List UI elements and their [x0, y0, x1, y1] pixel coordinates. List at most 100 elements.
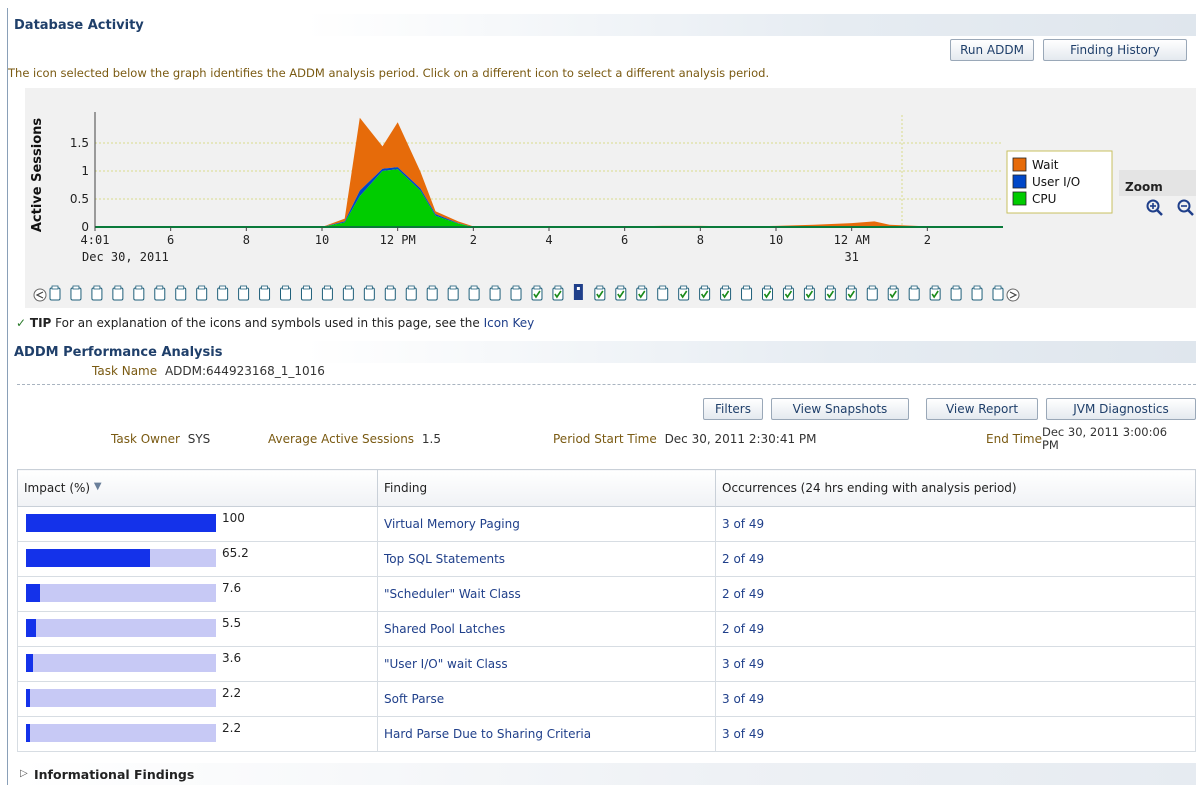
snapshot-icon[interactable]	[761, 285, 773, 301]
finding-link[interactable]: Shared Pool Latches	[384, 622, 505, 636]
snapshot-icon[interactable]	[950, 285, 962, 301]
zoom-out-icon[interactable]	[1176, 198, 1196, 218]
snapshot-icon[interactable]	[154, 285, 166, 301]
snapshot-icon[interactable]	[866, 285, 878, 301]
finding-link[interactable]: Soft Parse	[384, 692, 444, 706]
snapshot-clip	[910, 285, 918, 290]
impact-cell: 3.6	[17, 646, 378, 682]
occurrences-link[interactable]: 3 of 49	[722, 727, 764, 741]
snapshot-icon[interactable]	[845, 285, 857, 301]
snapshot-box	[741, 287, 753, 301]
snapshot-icon[interactable]	[217, 285, 229, 301]
snapshot-icon[interactable]	[91, 285, 103, 301]
occurrences-link[interactable]: 2 of 49	[722, 587, 764, 601]
snapshot-box	[699, 287, 711, 301]
snapshot-box	[887, 287, 899, 301]
snapshot-icon[interactable]	[133, 285, 145, 301]
snapshot-box	[112, 287, 124, 301]
occurrences-link[interactable]: 3 of 49	[722, 657, 764, 671]
snapshot-icon[interactable]	[447, 285, 459, 301]
finding-history-button[interactable]: Finding History	[1043, 39, 1187, 61]
snapshot-box	[363, 287, 375, 301]
impact-header[interactable]: Impact (%) ▼	[17, 469, 378, 507]
next-arrow-icon[interactable]	[1006, 288, 1020, 302]
snapshot-icon[interactable]	[636, 285, 648, 301]
snapshot-icon[interactable]	[489, 285, 501, 301]
snapshot-icon[interactable]	[300, 285, 312, 301]
snapshot-clip	[659, 285, 667, 290]
snapshot-icon[interactable]	[887, 285, 899, 301]
snapshot-icon[interactable]	[573, 284, 583, 300]
icon-key-link[interactable]: Icon Key	[484, 316, 535, 330]
occurrences-link[interactable]: 2 of 49	[722, 552, 764, 566]
finding-link[interactable]: "User I/O" wait Class	[384, 657, 508, 671]
avg-active-sessions: Average Active Sessions 1.5	[268, 432, 441, 446]
snapshot-icon[interactable]	[678, 285, 690, 301]
snapshot-icon[interactable]	[426, 285, 438, 301]
finding-link[interactable]: Top SQL Statements	[384, 552, 505, 566]
snapshot-icon[interactable]	[510, 285, 522, 301]
snapshot-icon[interactable]	[992, 285, 1004, 301]
sort-descending-icon[interactable]: ▼	[94, 481, 102, 492]
snapshot-box	[866, 287, 878, 301]
snapshot-icon[interactable]	[405, 285, 417, 301]
occurrences-cell: 3 of 49	[715, 716, 1196, 752]
view-snapshots-button[interactable]: View Snapshots	[771, 398, 909, 420]
snapshot-icon[interactable]	[468, 285, 480, 301]
snapshot-icon[interactable]	[384, 285, 396, 301]
jvm-diagnostics-button[interactable]: JVM Diagnostics	[1046, 398, 1196, 420]
finding-link[interactable]: Virtual Memory Paging	[384, 517, 520, 531]
snapshot-icon[interactable]	[259, 285, 271, 301]
snapshot-icon[interactable]	[929, 285, 941, 301]
snapshot-icon[interactable]	[112, 285, 124, 301]
snapshot-icon[interactable]	[342, 285, 354, 301]
snapshot-icon[interactable]	[196, 285, 208, 301]
occurrences-link[interactable]: 3 of 49	[722, 692, 764, 706]
snapshot-icon[interactable]	[363, 285, 375, 301]
snapshot-icon[interactable]	[531, 285, 543, 301]
x-tick-label: 6	[167, 233, 174, 247]
occurrences-link[interactable]: 3 of 49	[722, 517, 764, 531]
snapshot-box	[657, 287, 669, 301]
previous-arrow-icon[interactable]	[33, 288, 47, 302]
table-row: 65.2 Top SQL Statements 2 of 49	[17, 541, 1196, 577]
snapshot-icon[interactable]	[782, 285, 794, 301]
finding-link[interactable]: "Scheduler" Wait Class	[384, 587, 521, 601]
snapshot-icon[interactable]	[552, 285, 564, 301]
snapshot-icon[interactable]	[824, 285, 836, 301]
snapshot-icon[interactable]	[699, 285, 711, 301]
view-report-button[interactable]: View Report	[926, 398, 1038, 420]
run-addm-button[interactable]: Run ADDM	[950, 39, 1034, 61]
occurrences-link[interactable]: 2 of 49	[722, 622, 764, 636]
snapshot-box	[405, 287, 417, 301]
snapshot-box	[321, 287, 333, 301]
snapshot-box	[992, 287, 1004, 301]
x-tick-label: 4	[545, 233, 552, 247]
legend-label: CPU	[1032, 192, 1056, 206]
snapshot-icon[interactable]	[971, 285, 983, 301]
snapshot-icon[interactable]	[720, 285, 732, 301]
snapshot-icon[interactable]	[615, 285, 627, 301]
snapshot-box	[70, 287, 82, 301]
impact-bar	[26, 549, 150, 567]
finding-link[interactable]: Hard Parse Due to Sharing Criteria	[384, 727, 591, 741]
filters-button[interactable]: Filters	[703, 398, 763, 420]
informational-findings-header[interactable]: ▷ Informational Findings	[17, 763, 1196, 785]
snapshot-icon[interactable]	[594, 285, 606, 301]
zoom-in-icon[interactable]	[1145, 198, 1165, 218]
findings-table: Impact (%) ▼ Finding Occurrences (24 hrs…	[17, 469, 1196, 752]
snapshot-box	[908, 287, 920, 301]
snapshot-icon[interactable]	[175, 285, 187, 301]
snapshot-box	[594, 287, 606, 301]
snapshot-icon[interactable]	[657, 285, 669, 301]
snapshot-icon[interactable]	[321, 285, 333, 301]
snapshot-icon[interactable]	[280, 285, 292, 301]
snapshot-icon[interactable]	[803, 285, 815, 301]
snapshot-icon[interactable]	[238, 285, 250, 301]
snapshot-icon[interactable]	[908, 285, 920, 301]
legend-swatch	[1012, 157, 1027, 172]
snapshot-icon[interactable]	[49, 285, 61, 301]
snapshot-icon[interactable]	[70, 285, 82, 301]
snapshot-icon[interactable]	[741, 285, 753, 301]
expand-triangle-icon[interactable]: ▷	[20, 768, 28, 779]
